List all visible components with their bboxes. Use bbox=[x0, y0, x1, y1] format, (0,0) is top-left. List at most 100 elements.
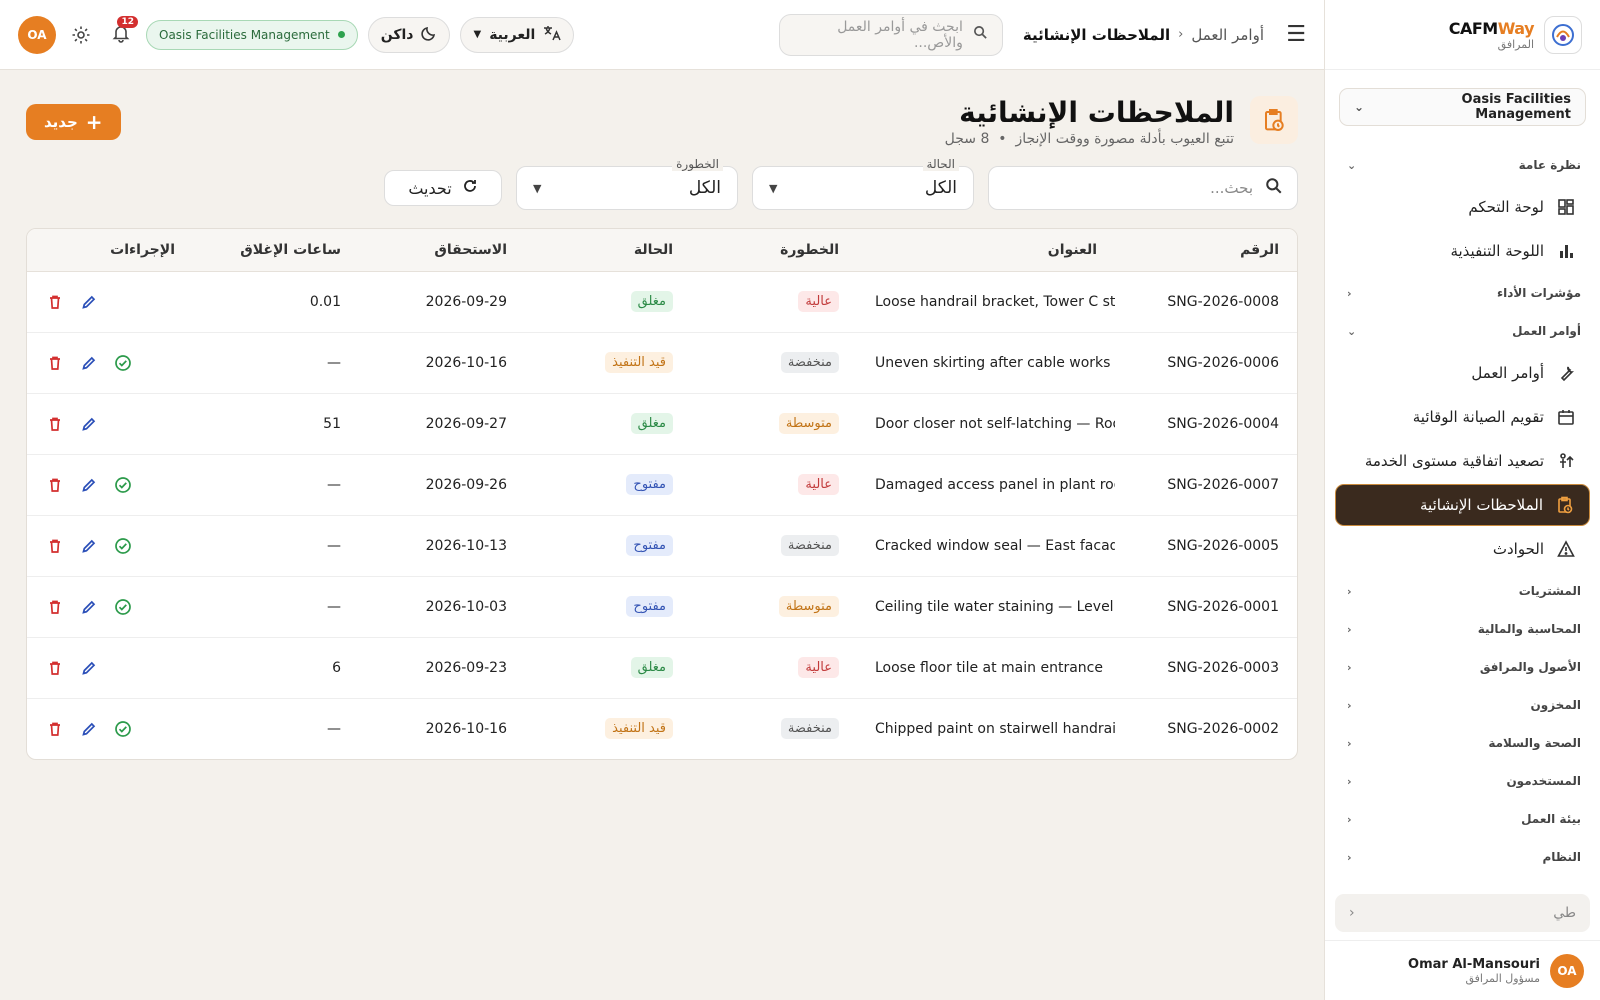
calendar-icon bbox=[1556, 407, 1576, 427]
new-button[interactable]: + جديد bbox=[26, 104, 121, 140]
cell-severity: منخفضة bbox=[691, 332, 857, 394]
user-name: Omar Al-Mansouri bbox=[1408, 956, 1540, 972]
table-row[interactable]: SNG-2026-0003 Loose floor tile at main en… bbox=[27, 637, 1297, 699]
org-status-pill: Oasis Facilities Management bbox=[146, 19, 358, 50]
nav-group-procurement[interactable]: المشتريات ‹ bbox=[1325, 572, 1600, 610]
complete-icon[interactable] bbox=[113, 719, 133, 739]
global-search-input[interactable]: ابحث في أوامر العمل والأص... bbox=[778, 13, 1003, 56]
cell-severity: متوسطة bbox=[691, 393, 857, 455]
col-status[interactable]: الحالة bbox=[525, 229, 691, 272]
cell-status: مغلق bbox=[525, 637, 691, 699]
edit-icon[interactable] bbox=[79, 658, 99, 678]
nav-group-system[interactable]: النظام ‹ bbox=[1325, 838, 1600, 876]
delete-icon[interactable] bbox=[45, 414, 65, 434]
severity-badge: عالية bbox=[798, 291, 839, 312]
nav-group-users[interactable]: المستخدمون ‹ bbox=[1325, 762, 1600, 800]
table-search-input[interactable]: بحث... bbox=[988, 166, 1298, 210]
complete-icon[interactable] bbox=[113, 597, 133, 617]
nav-group-finance[interactable]: المحاسبة والمالية ‹ bbox=[1325, 610, 1600, 648]
cell-actions bbox=[27, 332, 193, 394]
nav-group-overview[interactable]: نظرة عامة ⌄ bbox=[1325, 146, 1600, 184]
cell-status: مفتوح bbox=[525, 515, 691, 577]
sidebar-item-executive[interactable]: اللوحة التنفيذية bbox=[1335, 230, 1590, 272]
page-title: الملاحظات الإنشائية bbox=[959, 96, 1234, 129]
language-select[interactable]: العربية ▼ bbox=[460, 16, 575, 53]
edit-icon[interactable] bbox=[79, 475, 99, 495]
nav-group-inventory[interactable]: المخزون ‹ bbox=[1325, 686, 1600, 724]
delete-icon[interactable] bbox=[45, 658, 65, 678]
status-filter-select[interactable]: الحالة الكل ▼ bbox=[752, 157, 974, 210]
table-row[interactable]: SNG-2026-0005 Cracked window seal — East … bbox=[27, 515, 1297, 577]
cell-actions bbox=[27, 515, 193, 577]
edit-icon[interactable] bbox=[79, 414, 99, 434]
table-row[interactable]: SNG-2026-0006 Uneven skirting after cable… bbox=[27, 332, 1297, 394]
col-title[interactable]: العنوان bbox=[857, 229, 1115, 272]
edit-icon[interactable] bbox=[79, 597, 99, 617]
org-select[interactable]: Oasis Facilities Management ⌄ bbox=[1339, 88, 1586, 126]
table-row[interactable]: SNG-2026-0004 Door closer not self-latchi… bbox=[27, 393, 1297, 455]
search-icon bbox=[1265, 177, 1283, 199]
brand-name: CAFMWay bbox=[1448, 18, 1535, 38]
nav-group-assets[interactable]: الأصول والمرافق ‹ bbox=[1325, 648, 1600, 686]
status-dot bbox=[337, 31, 345, 38]
sidebar-item-sla[interactable]: تصعيد اتفاقية مستوى الخدمة bbox=[1335, 440, 1590, 482]
bar-chart-icon bbox=[1556, 241, 1576, 261]
top-header: ☰ أوامر العمل ‹ الملاحظات الإنشائية ابحث… bbox=[0, 0, 1324, 70]
delete-icon[interactable] bbox=[45, 719, 65, 739]
complete-icon[interactable] bbox=[113, 353, 133, 373]
edit-icon[interactable] bbox=[79, 292, 99, 312]
notifications-button[interactable]: 12 bbox=[106, 15, 138, 50]
severity-filter-value: الكل bbox=[688, 178, 721, 198]
chevron-left-icon: ‹ bbox=[1347, 812, 1352, 826]
sidebar: CAFMWay المرافق Oasis Facilities Managem… bbox=[1324, 0, 1600, 1000]
col-number[interactable]: الرقم bbox=[1115, 229, 1297, 272]
sidebar-item-dashboard[interactable]: لوحة التحكم bbox=[1335, 186, 1590, 228]
delete-icon[interactable] bbox=[45, 597, 65, 617]
nav-group-kpis[interactable]: مؤشرات الأداء ‹ bbox=[1325, 274, 1600, 312]
gear-icon[interactable] bbox=[66, 20, 96, 50]
status-badge: قيد التنفيذ bbox=[605, 352, 673, 373]
sidebar-item-label: تصعيد اتفاقية مستوى الخدمة bbox=[1364, 452, 1544, 470]
nav-group-workspace[interactable]: بيئة العمل ‹ bbox=[1325, 800, 1600, 838]
cell-title: Damaged access panel in plant room bbox=[857, 454, 1115, 516]
col-severity[interactable]: الخطورة bbox=[691, 229, 857, 272]
table-row[interactable]: SNG-2026-0001 Ceiling tile water staining… bbox=[27, 576, 1297, 638]
delete-icon[interactable] bbox=[45, 475, 65, 495]
table-row[interactable]: SNG-2026-0002 Chipped paint on stairwell … bbox=[27, 698, 1297, 759]
table-row[interactable]: SNG-2026-0007 Damaged access panel in pla… bbox=[27, 454, 1297, 516]
complete-icon[interactable] bbox=[113, 536, 133, 556]
nav-group-hse[interactable]: الصحة والسلامة ‹ bbox=[1325, 724, 1600, 762]
cell-hours: 51 bbox=[193, 393, 359, 455]
brand: CAFMWay المرافق bbox=[1325, 0, 1600, 70]
status-badge: مغلق bbox=[630, 413, 673, 434]
sidebar-item-label: اللوحة التنفيذية bbox=[1450, 242, 1544, 260]
cell-due: 2026-09-29 bbox=[359, 271, 525, 333]
edit-icon[interactable] bbox=[79, 536, 99, 556]
sidebar-item-work-orders[interactable]: أوامر العمل bbox=[1335, 352, 1590, 394]
breadcrumb-parent[interactable]: أوامر العمل bbox=[1191, 26, 1264, 44]
edit-icon[interactable] bbox=[79, 719, 99, 739]
sidebar-item-incidents[interactable]: الحوادث bbox=[1335, 528, 1590, 570]
menu-icon[interactable]: ☰ bbox=[1282, 22, 1306, 47]
user-profile[interactable]: OA Omar Al-Mansouri مسؤول المرافق bbox=[1325, 940, 1600, 1000]
nav-group-work-orders[interactable]: أوامر العمل ⌄ bbox=[1325, 312, 1600, 350]
theme-toggle[interactable]: داكن bbox=[367, 16, 451, 53]
delete-icon[interactable] bbox=[45, 353, 65, 373]
cell-number: SNG-2026-0005 bbox=[1115, 515, 1297, 577]
delete-icon[interactable] bbox=[45, 536, 65, 556]
refresh-icon bbox=[462, 178, 478, 198]
sidebar-item-pm-calendar[interactable]: تقويم الصيانة الوقائية bbox=[1335, 396, 1590, 438]
chevron-left-icon: ‹ bbox=[1347, 660, 1352, 674]
chevron-down-icon: ⌄ bbox=[1354, 100, 1365, 114]
complete-icon[interactable] bbox=[113, 475, 133, 495]
table-row[interactable]: SNG-2026-0008 Loose handrail bracket, Tow… bbox=[27, 271, 1297, 333]
refresh-button[interactable]: تحديث bbox=[384, 170, 502, 206]
sidebar-item-snags[interactable]: الملاحظات الإنشائية bbox=[1335, 484, 1590, 526]
severity-filter-select[interactable]: الخطورة الكل ▼ bbox=[516, 157, 738, 210]
col-due[interactable]: الاستحقاق bbox=[359, 229, 525, 272]
sidebar-collapse-search[interactable]: طي ‹ bbox=[1335, 894, 1590, 932]
col-hours[interactable]: ساعات الإغلاق bbox=[193, 229, 359, 272]
edit-icon[interactable] bbox=[79, 353, 99, 373]
header-avatar[interactable]: OA bbox=[18, 15, 56, 54]
delete-icon[interactable] bbox=[45, 292, 65, 312]
